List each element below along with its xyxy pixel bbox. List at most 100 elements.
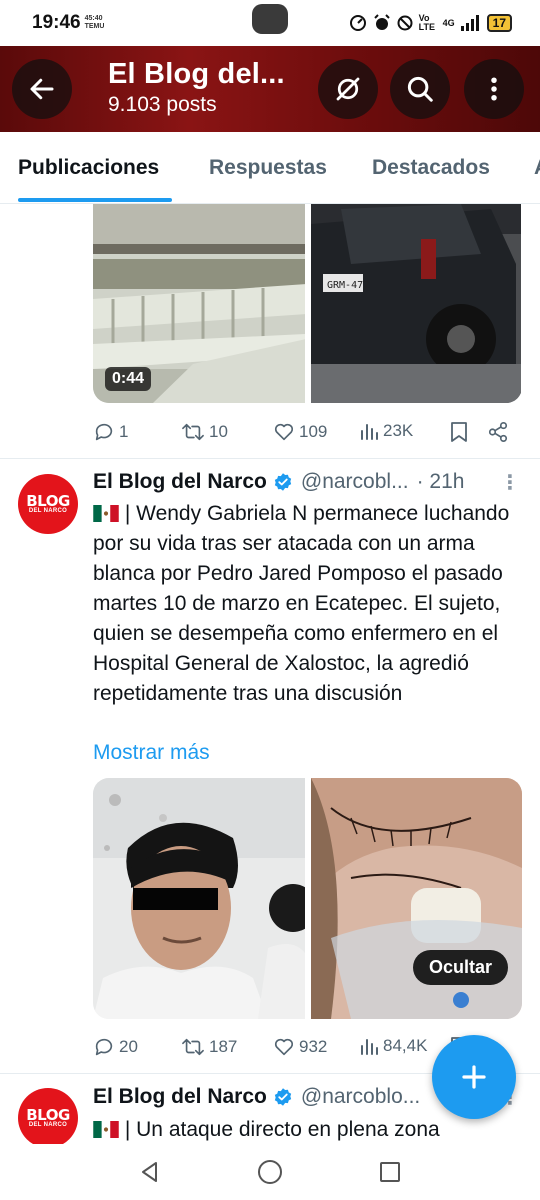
views-chart-icon [361,424,378,440]
alarm-icon [373,14,390,30]
reply-icon [95,423,113,441]
hide-media-button[interactable]: Ocultar [412,950,508,985]
views-count: 23K [383,421,414,440]
back-button[interactable] [12,59,72,119]
profile-tabs: Publicaciones Respuestas Destacados A [0,132,540,204]
nav-home-icon[interactable] [257,1159,283,1185]
video-thumbnail[interactable]: 0:44 [93,204,305,403]
show-more-link[interactable]: Mostrar más [93,741,210,765]
sensitive-image-thumbnail[interactable]: Ocultar [310,778,523,1019]
views-chart-icon [361,1039,378,1055]
post-body: | Un ataque directo en plena zona [124,1118,440,1141]
timeline[interactable]: 0:44 GRM-472 1 10 109 23K BLOG DEL NARCO… [0,204,540,1144]
post-header: El Blog del Narco @narcobl... · 21h [93,470,464,494]
status-time: 19:46 [32,12,81,33]
repost-button[interactable]: 187 [181,1036,237,1058]
post-prev-actions: 1 10 109 23K [93,418,513,446]
grok-icon [336,77,360,101]
author-handle[interactable]: @narcoblo... [301,1085,420,1109]
speed-icon [349,15,366,31]
plus-icon [462,1065,486,1089]
more-options-button[interactable] [464,59,524,119]
author-handle[interactable]: @narcobl... [301,470,409,494]
share-icon [488,422,508,442]
signal-icon [460,15,479,31]
repost-icon [182,1038,204,1056]
repost-button[interactable]: 10 [181,421,228,443]
post-header: El Blog del Narco @narcoblo... [93,1085,420,1109]
mexico-flag-icon [93,1121,119,1138]
heart-icon [274,423,294,441]
profile-header: El Blog del... 9.103 posts [0,46,540,132]
avatar-text-main: BLOG [26,491,70,510]
reply-button[interactable]: 20 [93,1036,138,1058]
post-text: | Un ataque directo en plena zona [93,1115,523,1144]
search-button[interactable] [390,59,450,119]
status-icons: Vo LTE 4G 17 [349,14,512,32]
post-more-button[interactable]: ⋮ [500,470,520,495]
avatar-text-main: BLOG [26,1105,70,1124]
like-button[interactable]: 109 [273,421,327,443]
status-temu-line2: TEMU [84,23,105,30]
mexico-flag-icon [93,505,119,522]
share-button[interactable] [487,421,509,443]
more-vertical-icon [491,77,497,101]
grok-button[interactable] [318,59,378,119]
post-1-media: Ocultar [93,778,522,1019]
avatar[interactable]: BLOG DEL NARCO [18,474,78,534]
heart-icon [274,1038,294,1056]
bookmark-button[interactable] [449,421,469,443]
image-thumbnail[interactable] [93,778,305,1019]
bookmark-icon [451,422,467,442]
post-prev-media: 0:44 GRM-472 [93,204,522,403]
views-button[interactable]: 84,4K [359,1036,427,1056]
front-camera [252,4,288,34]
battery-icon: 17 [486,14,512,32]
reply-button[interactable]: 1 [93,421,128,443]
post-text: | Wendy Gabriela N permanece luchando po… [93,499,523,709]
tab-destacados[interactable]: Destacados [372,156,490,180]
reply-count: 1 [119,422,129,441]
post-time[interactable]: · 21h [417,470,465,494]
wifi-icon [397,15,413,31]
status-temu-badge: 45:40 TEMU [85,15,105,31]
header-post-count: 9.103 posts [108,93,217,116]
status-bar: 19:46 45:40 TEMU Vo LTE 4G 17 [0,0,540,46]
verified-badge-icon [274,1088,292,1106]
header-title: El Blog del... [108,58,285,90]
like-count: 109 [299,422,328,441]
system-nav-bar [0,1144,540,1200]
like-count: 932 [299,1037,328,1056]
repost-count: 187 [209,1037,238,1056]
post-body: | Wendy Gabriela N permanece luchando po… [93,502,510,705]
avatar-text-sub: DEL NARCO [28,1121,68,1128]
plate-text: GRM-472 [327,280,369,291]
repost-count: 10 [209,422,228,441]
network-type: 4G [442,18,455,28]
suv-photo-image: GRM-472 [310,204,521,403]
image-thumbnail[interactable]: GRM-472 [310,204,523,403]
reply-icon [95,1038,113,1056]
author-name[interactable]: El Blog del Narco [93,470,267,494]
person-photo-image [93,778,305,1019]
post-divider [0,458,540,459]
author-name[interactable]: El Blog del Narco [93,1085,267,1109]
search-icon [407,76,433,102]
verified-badge-icon [274,473,292,491]
tab-respuestas[interactable]: Respuestas [209,156,327,180]
views-button[interactable]: 23K [359,421,413,441]
active-tab-indicator [18,198,172,202]
nav-back-icon[interactable] [138,1160,162,1184]
nav-recents-icon[interactable] [378,1160,402,1184]
header-title-block: El Blog del... 9.103 posts [108,58,285,117]
network-label: Vo LTE [418,13,435,32]
video-duration: 0:44 [105,367,152,391]
compose-post-button[interactable] [432,1035,516,1119]
avatar[interactable]: BLOG DEL NARCO [18,1088,78,1144]
repost-icon [182,423,204,441]
tab-more[interactable]: A [534,156,540,180]
status-temu-line1: 45:40 [84,15,103,22]
tab-publicaciones[interactable]: Publicaciones [18,156,159,180]
like-button[interactable]: 932 [273,1036,327,1058]
reply-count: 20 [119,1037,138,1056]
